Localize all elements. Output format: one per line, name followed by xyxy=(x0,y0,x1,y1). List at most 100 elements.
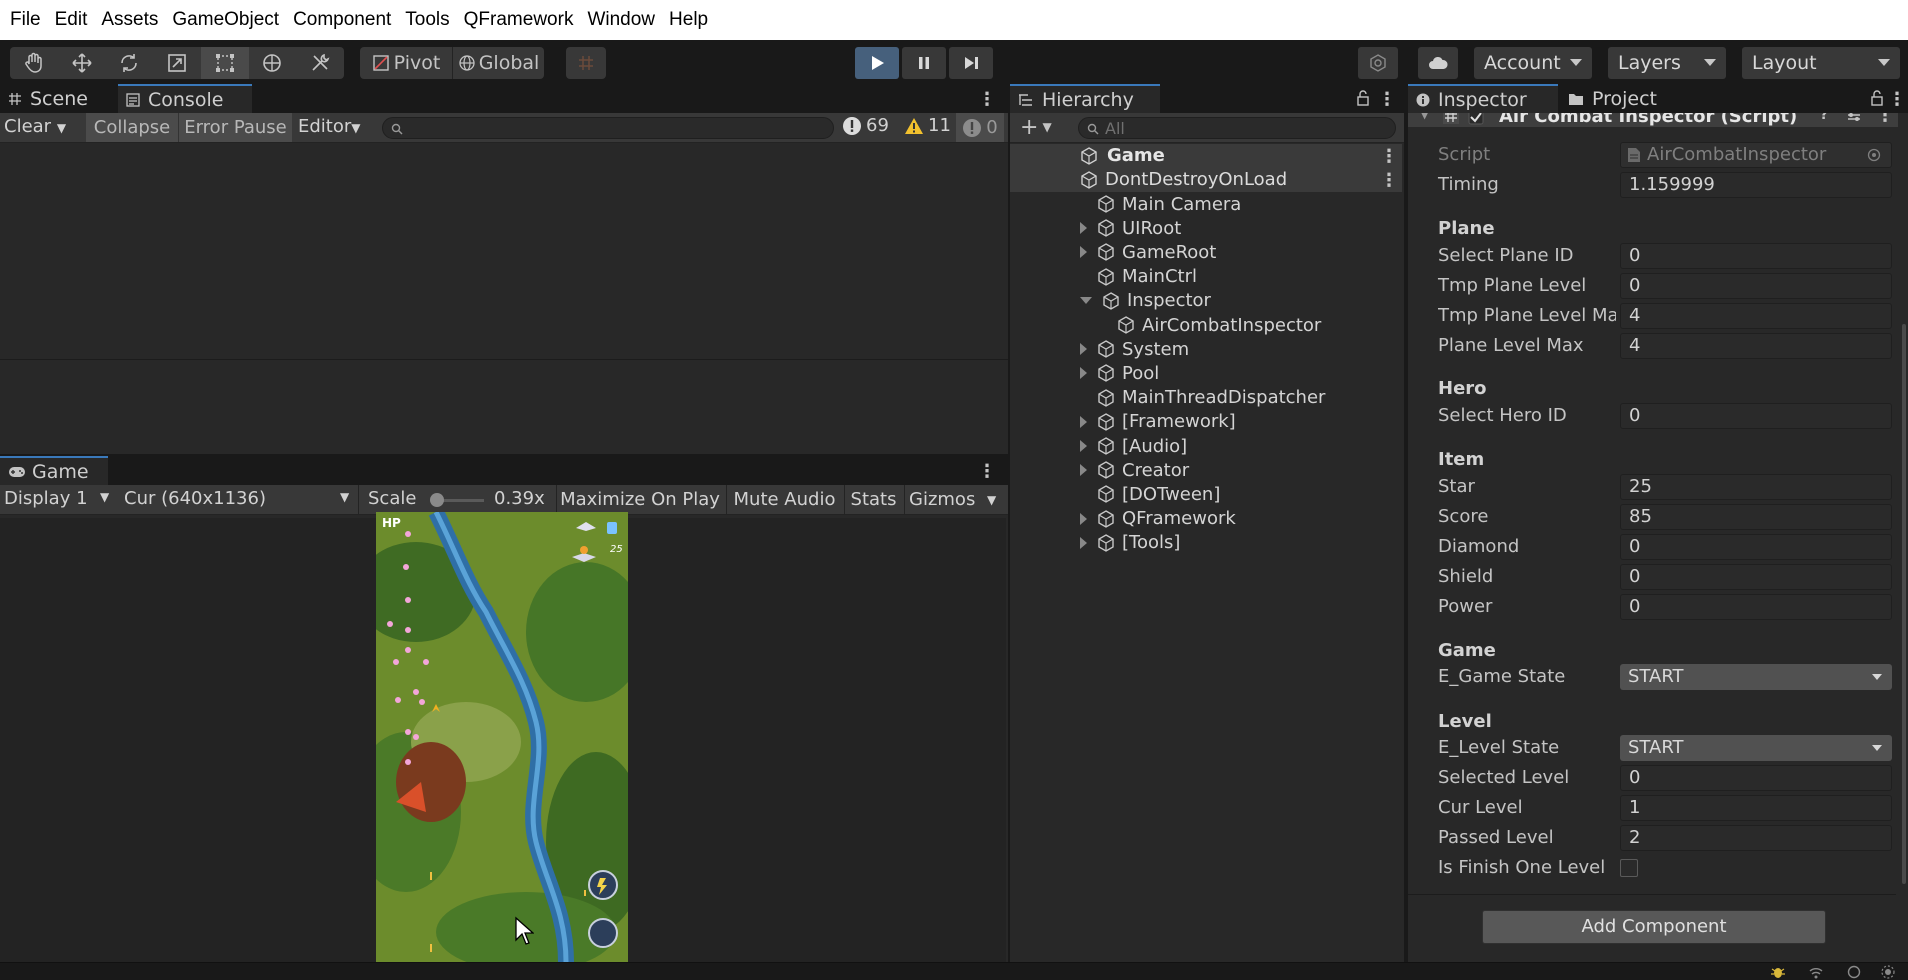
expand-closed-icon[interactable] xyxy=(1080,536,1087,549)
kebab-menu-icon[interactable]: ⋮ xyxy=(1888,89,1906,110)
menu-component[interactable]: Component xyxy=(288,9,400,31)
tab-game[interactable]: Game xyxy=(0,456,108,485)
kebab-menu-icon[interactable]: ⋮ xyxy=(1378,89,1396,110)
console-log-list[interactable] xyxy=(0,143,1008,444)
global-toggle[interactable]: Global xyxy=(453,47,544,79)
editor-dropdown[interactable]: Editor▼ xyxy=(298,116,361,137)
network-icon[interactable] xyxy=(1808,965,1824,979)
error-pause-toggle[interactable]: Error Pause xyxy=(178,113,292,142)
hierarchy-item[interactable]: Pool xyxy=(1080,361,1159,385)
component-header[interactable]: ▼ Air Combat Inspector (Script) ? ⋮ xyxy=(1408,113,1898,127)
hierarchy-item[interactable]: UIRoot xyxy=(1080,216,1181,240)
expand-closed-icon[interactable] xyxy=(1080,367,1087,380)
chevron-down-icon[interactable]: ▼ xyxy=(1420,113,1429,121)
tmp-plane-level-max-field[interactable]: 4 xyxy=(1620,303,1892,329)
expand-closed-icon[interactable] xyxy=(1080,222,1087,235)
object-picker-icon[interactable] xyxy=(1867,148,1881,162)
power-field[interactable]: 0 xyxy=(1620,594,1892,620)
hierarchy-item[interactable]: GameRoot xyxy=(1080,240,1216,264)
rotate-tool-button[interactable] xyxy=(105,47,153,79)
step-button[interactable] xyxy=(949,47,993,79)
scale-slider-handle[interactable] xyxy=(430,493,444,507)
expand-closed-icon[interactable] xyxy=(1080,512,1087,525)
layers-dropdown[interactable]: Layers xyxy=(1608,47,1726,79)
display-dropdown[interactable]: Display 1 ▼ xyxy=(4,488,116,509)
lock-icon[interactable] xyxy=(1356,90,1370,106)
hierarchy-item[interactable]: [Tools] xyxy=(1080,531,1180,555)
plane-level-max-field[interactable]: 4 xyxy=(1620,333,1892,359)
hierarchy-item[interactable]: AirCombatInspector xyxy=(1100,313,1321,337)
hierarchy-item[interactable]: System xyxy=(1080,337,1189,361)
console-search-input[interactable] xyxy=(382,117,834,139)
presets-icon[interactable] xyxy=(1846,113,1862,123)
game-state-dropdown[interactable]: START xyxy=(1620,664,1892,690)
maximize-on-play-toggle[interactable]: Maximize On Play xyxy=(556,485,724,515)
game-render[interactable]: HP 25 xyxy=(376,512,628,962)
play-button[interactable] xyxy=(855,47,899,79)
hierarchy-item[interactable]: [Audio] xyxy=(1080,434,1187,458)
level-state-dropdown[interactable]: START xyxy=(1620,735,1892,761)
tab-scene[interactable]: Scene xyxy=(0,84,116,113)
tab-hierarchy[interactable]: Hierarchy xyxy=(1010,84,1160,113)
custom-tool-button[interactable] xyxy=(296,47,344,79)
menu-edit[interactable]: Edit xyxy=(50,9,97,31)
score-field[interactable]: 85 xyxy=(1620,504,1892,530)
transform-tool-button[interactable] xyxy=(249,47,297,79)
bug-icon[interactable] xyxy=(1770,965,1786,979)
selected-level-field[interactable]: 0 xyxy=(1620,765,1892,791)
kebab-menu-icon[interactable]: ⋮ xyxy=(978,89,996,110)
game-viewport[interactable]: HP 25 xyxy=(0,512,1006,962)
tab-console[interactable]: Console xyxy=(118,84,252,113)
log-count-toggle[interactable]: 69 xyxy=(842,115,889,136)
settings-icon[interactable] xyxy=(1880,965,1896,979)
pause-button[interactable] xyxy=(902,47,946,79)
cloud-button[interactable] xyxy=(1418,47,1458,79)
expand-closed-icon[interactable] xyxy=(1080,440,1087,452)
component-enabled-checkbox[interactable] xyxy=(1468,113,1484,125)
expand-closed-icon[interactable] xyxy=(1080,246,1087,259)
select-plane-id-field[interactable]: 0 xyxy=(1620,243,1892,269)
hand-tool-button[interactable] xyxy=(10,47,58,79)
hierarchy-item[interactable]: MainCtrl xyxy=(1080,265,1197,289)
gizmos-dropdown[interactable]: Gizmos ▼ xyxy=(904,485,1004,515)
scale-tool-button[interactable] xyxy=(153,47,201,79)
inspector-scrollbar[interactable] xyxy=(1902,324,1906,884)
help-icon[interactable]: ? xyxy=(1820,113,1828,123)
console-split-divider[interactable] xyxy=(0,359,1008,360)
star-field[interactable]: 25 xyxy=(1620,474,1892,500)
hierarchy-item[interactable]: [Framework] xyxy=(1080,410,1236,434)
scale-slider[interactable] xyxy=(430,493,484,507)
expand-closed-icon[interactable] xyxy=(1080,464,1087,477)
passed-level-field[interactable]: 2 xyxy=(1620,825,1892,851)
menu-file[interactable]: File xyxy=(5,9,50,31)
mute-audio-toggle[interactable]: Mute Audio xyxy=(726,485,842,515)
scene-row-dontdestroyonload[interactable]: DontDestroyOnLoad ⋮ xyxy=(1010,168,1402,192)
kebab-menu-icon[interactable]: ⋮ xyxy=(1876,113,1894,126)
cur-level-field[interactable]: 1 xyxy=(1620,795,1892,821)
lock-icon[interactable] xyxy=(1870,90,1884,106)
collapse-toggle[interactable]: Collapse xyxy=(86,113,178,142)
kebab-menu-icon[interactable]: ⋮ xyxy=(1380,146,1398,167)
error-count-toggle[interactable]: 0 xyxy=(956,113,1004,142)
kebab-menu-icon[interactable]: ⋮ xyxy=(1380,170,1398,191)
grid-snap-button[interactable] xyxy=(566,47,606,79)
create-dropdown[interactable]: + ▼ xyxy=(1020,115,1052,140)
hierarchy-item[interactable]: Creator xyxy=(1080,458,1189,482)
hierarchy-search-input[interactable]: All xyxy=(1078,117,1396,139)
menu-gameobject[interactable]: GameObject xyxy=(167,9,288,31)
is-finish-one-level-checkbox[interactable] xyxy=(1620,859,1638,877)
shield-field[interactable]: 0 xyxy=(1620,564,1892,590)
rect-tool-button[interactable] xyxy=(200,47,249,79)
hierarchy-item[interactable]: QFramework xyxy=(1080,507,1236,531)
hierarchy-item[interactable]: Inspector xyxy=(1080,289,1211,313)
clear-dropdown[interactable]: Clear ▼ xyxy=(4,116,66,137)
menu-assets[interactable]: Assets xyxy=(96,9,167,31)
hierarchy-item[interactable]: [DOTween] xyxy=(1080,482,1220,506)
expand-closed-icon[interactable] xyxy=(1080,415,1087,428)
menu-tools[interactable]: Tools xyxy=(400,9,458,31)
menu-qframework[interactable]: QFramework xyxy=(459,9,583,31)
expand-closed-icon[interactable] xyxy=(1080,343,1087,356)
resolution-dropdown[interactable]: Cur (640x1136) ▼ xyxy=(124,488,354,509)
stats-toggle[interactable]: Stats xyxy=(844,485,902,515)
scene-row-game[interactable]: Game ⋮ xyxy=(1010,144,1402,168)
